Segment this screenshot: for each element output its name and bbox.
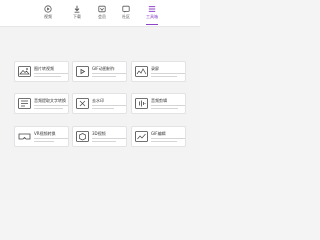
vip-icon — [98, 5, 106, 13]
photo-to-video-icon — [18, 66, 31, 77]
tool-card-screen-record[interactable]: 录屏 — [131, 61, 186, 82]
app-window: 视频 下载 会员 社区 工具箱 图片转视频 GIF动图制作 录屏 音频提取文字转… — [0, 0, 200, 200]
tool-description — [92, 137, 126, 145]
tool-description — [34, 72, 68, 80]
tool-title: VR视频转换 — [34, 131, 56, 136]
tool-card-gif-maker[interactable]: GIF动图制作 — [72, 61, 127, 82]
tool-title: 音频提取文字转换 — [34, 98, 66, 103]
tool-description — [151, 104, 185, 112]
tool-title: 图片转视频 — [34, 66, 54, 71]
tool-title: GIF编辑 — [151, 131, 166, 136]
tool-card-3d-video[interactable]: 3D视频 — [72, 126, 127, 147]
community-icon — [122, 5, 130, 13]
tool-description — [34, 104, 68, 112]
tool-title: 音频剪辑 — [151, 98, 167, 103]
remove-watermark-icon — [76, 98, 89, 109]
audio-edit-icon — [135, 98, 148, 109]
video-play-icon — [44, 5, 52, 13]
screen-record-icon — [135, 66, 148, 77]
tool-card-remove-watermark[interactable]: 去水印 — [72, 93, 127, 114]
top-navigation-bar: 视频 下载 会员 社区 工具箱 — [0, 0, 200, 27]
tool-title: GIF动图制作 — [92, 66, 115, 71]
gif-edit-icon — [135, 131, 148, 142]
tool-card-vr-convert[interactable]: VR视频转换 — [14, 126, 69, 147]
tool-description — [34, 137, 68, 145]
vr-convert-icon — [18, 133, 31, 140]
nav-item-toolbox[interactable]: 工具箱 — [141, 3, 163, 25]
nav-item-download[interactable]: 下载 — [66, 3, 88, 25]
tool-card-gif-edit[interactable]: GIF编辑 — [131, 126, 186, 147]
tool-description — [151, 137, 185, 145]
nav-label: 社区 — [122, 14, 130, 19]
tool-title: 录屏 — [151, 66, 159, 71]
tool-card-audio-edit[interactable]: 音频剪辑 — [131, 93, 186, 114]
nav-label: 下载 — [73, 14, 81, 19]
tool-title: 3D视频 — [92, 131, 106, 136]
3d-video-icon — [76, 131, 89, 142]
nav-label: 视频 — [44, 14, 52, 19]
tool-description — [92, 72, 126, 80]
nav-label: 会员 — [98, 14, 106, 19]
nav-item-video[interactable]: 视频 — [37, 3, 59, 25]
tool-description — [151, 72, 185, 80]
tool-description — [92, 104, 126, 112]
tool-card-audio-to-text[interactable]: 音频提取文字转换 — [14, 93, 69, 114]
nav-item-community[interactable]: 社区 — [115, 3, 137, 25]
tool-card-photo-to-video[interactable]: 图片转视频 — [14, 61, 69, 82]
nav-label: 工具箱 — [146, 14, 158, 19]
nav-item-vip[interactable]: 会员 — [91, 3, 113, 25]
download-icon — [74, 5, 80, 13]
toolbox-icon — [148, 6, 156, 12]
audio-to-text-icon — [18, 98, 31, 109]
tool-title: 去水印 — [92, 98, 104, 103]
gif-maker-icon — [76, 66, 89, 77]
